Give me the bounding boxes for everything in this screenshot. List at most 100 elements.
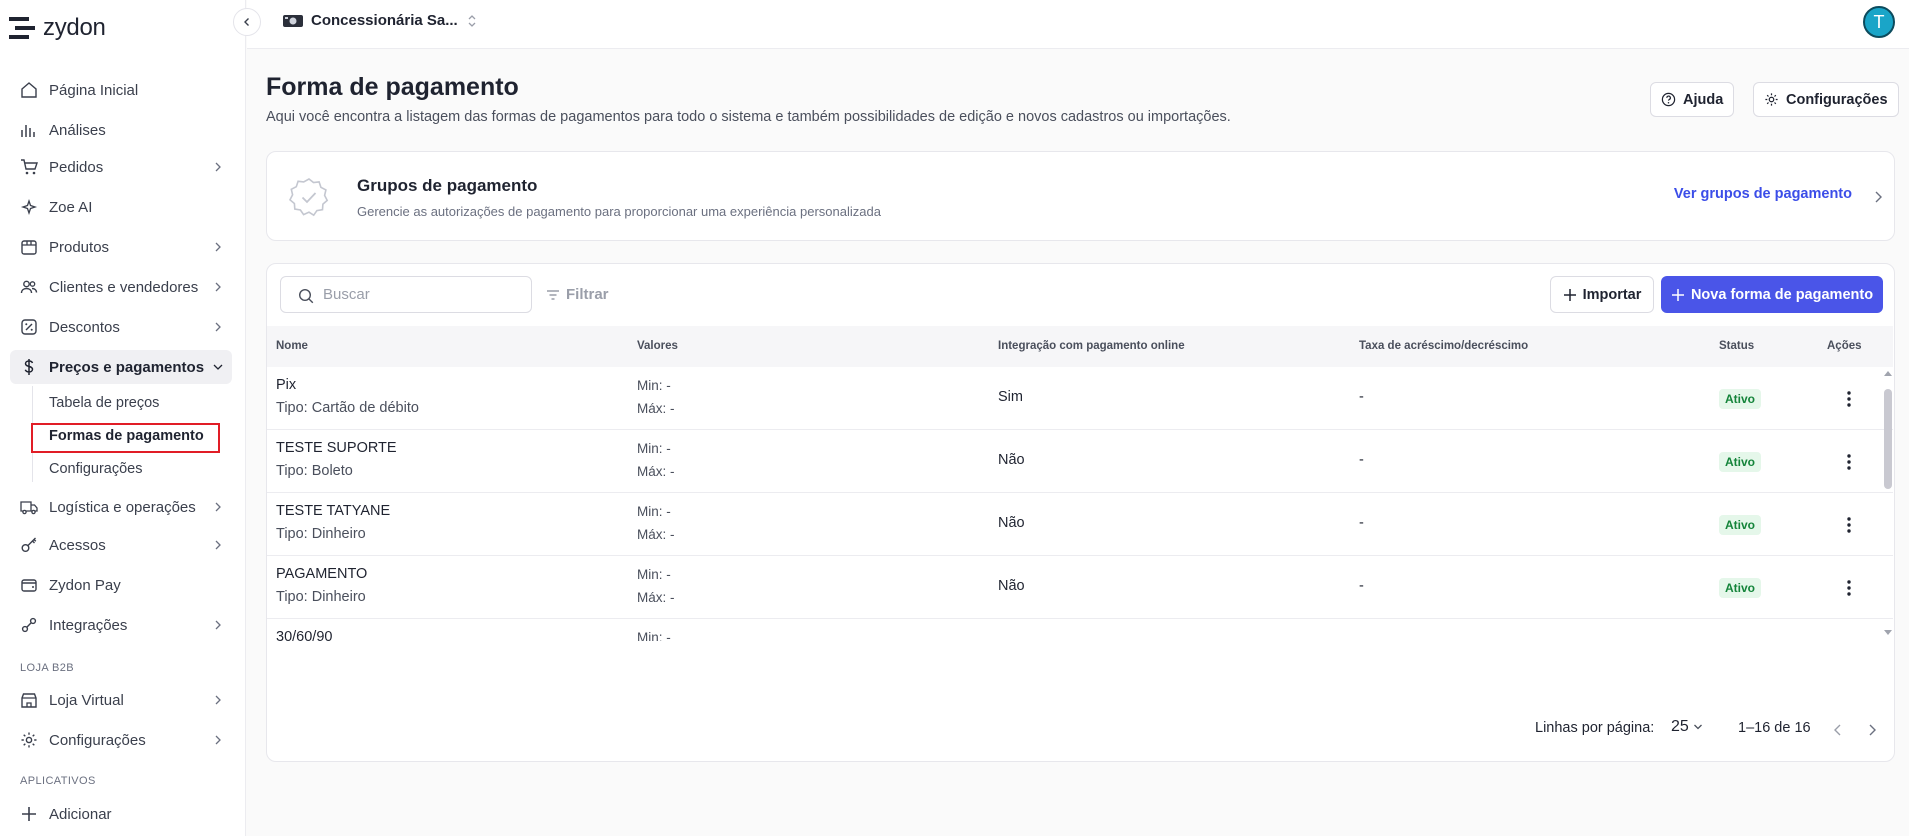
payment-method-type: Tipo: Cartão de débito xyxy=(276,400,419,416)
more-actions-icon[interactable] xyxy=(1839,387,1859,411)
column-header-online-integration[interactable]: Integração com pagamento online xyxy=(998,340,1185,352)
sidebar-item-label: Preços e pagamentos xyxy=(49,358,205,376)
sidebar-item-acessos[interactable]: Acessos xyxy=(10,528,232,562)
logo[interactable]: zydon xyxy=(9,14,106,42)
filter-button[interactable]: Filtrar xyxy=(546,286,609,303)
previous-page-icon[interactable] xyxy=(1832,723,1844,737)
topbar: Concessionária Sa... T xyxy=(247,0,1909,49)
chevron-right-icon xyxy=(215,540,221,550)
chevron-right-icon xyxy=(215,502,221,512)
rows-per-page-select[interactable]: 25 xyxy=(1671,718,1703,736)
sidebar-item-label: Loja Virtual xyxy=(49,691,124,709)
search-input[interactable] xyxy=(323,286,523,303)
chevron-left-icon xyxy=(244,18,249,26)
store-selector[interactable]: Concessionária Sa... xyxy=(283,12,478,29)
store-name: Concessionária Sa... xyxy=(311,12,458,29)
sidebar-item-label: Zydon Pay xyxy=(49,576,121,594)
sidebar-item-descontos[interactable]: Descontos xyxy=(10,310,232,344)
sidebar-item-label: Acessos xyxy=(49,536,106,554)
column-header-name[interactable]: Nome xyxy=(276,340,308,352)
scroll-down-arrow-icon[interactable] xyxy=(1883,629,1893,637)
online-integration-value: Não xyxy=(998,578,1025,594)
tax-value: - xyxy=(1359,578,1364,594)
settings-button[interactable]: Configurações xyxy=(1753,82,1899,117)
wallet-icon xyxy=(21,579,37,592)
home-icon xyxy=(21,82,37,98)
table-row[interactable]: PAGAMENTO Tipo: Dinheiro Min: - Máx: - Não - A… xyxy=(267,556,1893,619)
column-header-values[interactable]: Valores xyxy=(637,340,678,352)
sidebar-item-pedidos[interactable]: Pedidos xyxy=(10,150,232,184)
scroll-up-arrow-icon[interactable] xyxy=(1883,369,1893,377)
pagination-range: 1–16 de 16 xyxy=(1738,720,1811,736)
more-actions-icon[interactable] xyxy=(1839,450,1859,474)
chevron-down-icon xyxy=(1693,724,1702,730)
import-label: Importar xyxy=(1582,286,1642,303)
collapse-sidebar-button[interactable] xyxy=(233,8,261,36)
sidebar-item-add[interactable]: Adicionar xyxy=(10,797,232,831)
sidebar-item-pagina-inicial[interactable]: Página Inicial xyxy=(10,73,232,107)
more-actions-icon[interactable] xyxy=(1839,639,1859,641)
more-actions-icon[interactable] xyxy=(1839,513,1859,537)
import-button[interactable]: Importar xyxy=(1550,276,1654,313)
max-value: Máx: - xyxy=(637,590,675,605)
gear-icon xyxy=(21,732,37,748)
search-box[interactable] xyxy=(280,276,532,313)
payment-method-name: TESTE SUPORTE xyxy=(276,440,397,456)
payment-method-name: Pix xyxy=(276,377,297,393)
column-header-status[interactable]: Status xyxy=(1719,340,1754,352)
min-value: Min: - xyxy=(637,378,671,393)
table-row[interactable]: TESTE TATYANE Tipo: Dinheiro Min: - Máx: - N… xyxy=(267,493,1893,556)
filter-icon xyxy=(547,289,559,300)
min-value: Min: - xyxy=(637,441,671,456)
chevron-right-icon xyxy=(215,322,221,332)
sidebar-item-produtos[interactable]: Produtos xyxy=(10,230,232,264)
sidebar-item-b2b-loja-virtual[interactable]: Loja Virtual xyxy=(10,683,232,717)
status-badge: Ativo xyxy=(1719,389,1761,409)
online-integration-value: Sim xyxy=(998,389,1023,405)
payment-method-name: TESTE TATYANE xyxy=(276,503,391,519)
sidebar-item-precos-e-pagamentos[interactable]: Preços e pagamentos xyxy=(10,350,232,384)
table-scrollbar[interactable] xyxy=(1883,367,1893,641)
sidebar-item-zoe-ai[interactable]: Zoe AI xyxy=(10,190,232,224)
next-page-icon[interactable] xyxy=(1866,723,1878,737)
box-icon xyxy=(21,240,37,255)
payment-method-type: Tipo: Dinheiro xyxy=(276,589,366,605)
truck-icon xyxy=(20,501,38,515)
table-row[interactable]: Pix Tipo: Cartão de débito Min: - Máx: - Sim… xyxy=(267,367,1893,430)
table-body: Pix Tipo: Cartão de débito Min: - Máx: - Sim… xyxy=(267,367,1893,641)
sidebar-item-analises[interactable]: Análises xyxy=(10,113,232,147)
plus-icon xyxy=(22,807,36,821)
chevron-right-icon xyxy=(215,242,221,252)
sidebar-item-logistica-e-operacoes[interactable]: Logística e operações xyxy=(10,490,232,524)
view-payment-groups-link[interactable]: Ver grupos de pagamento xyxy=(1674,186,1852,202)
sidebar-subitem-tabela-de-precos[interactable]: Tabela de preços xyxy=(49,395,159,411)
table-row[interactable]: 30/60/90Tipo: DinheiroMin: -Máx: -Não-At… xyxy=(267,619,1893,641)
page-title: Forma de pagamento xyxy=(266,73,519,101)
groups-card-title: Grupos de pagamento xyxy=(357,176,538,195)
section-label-b2b: LOJA B2B xyxy=(20,662,74,674)
tax-value: - xyxy=(1359,515,1364,531)
sidebar-item-integracoes[interactable]: Integrações xyxy=(10,608,232,642)
plus-icon xyxy=(1671,288,1684,301)
chevron-right-icon[interactable] xyxy=(1872,190,1884,204)
more-actions-icon[interactable] xyxy=(1839,576,1859,600)
help-button[interactable]: Ajuda xyxy=(1650,82,1735,117)
chevron-right-icon xyxy=(215,162,221,172)
sidebar-item-label: Logística e operações xyxy=(49,498,196,516)
sidebar-item-label: Produtos xyxy=(49,238,110,256)
sidebar-item-zydon-pay[interactable]: Zydon Pay xyxy=(10,568,232,602)
column-header-tax[interactable]: Taxa de acréscimo/decréscimo xyxy=(1359,340,1528,352)
scrollbar-thumb[interactable] xyxy=(1884,389,1892,489)
new-payment-method-button[interactable]: Nova forma de pagamento xyxy=(1661,276,1883,313)
users-icon xyxy=(20,280,38,294)
online-integration-value: Não xyxy=(998,452,1025,468)
sidebar-item-clientes-e-vendedores[interactable]: Clientes e vendedores xyxy=(10,270,232,304)
table-row[interactable]: TESTE SUPORTE Tipo: Boleto Min: - Máx: - Não… xyxy=(267,430,1893,493)
sidebar-item-label: Configurações xyxy=(49,731,146,749)
sidebar-item-b2b-configuracoes[interactable]: Configurações xyxy=(10,723,232,757)
rows-per-page-label: Linhas por página: xyxy=(1535,720,1655,736)
sidebar-subitem-configuracoes[interactable]: Configurações xyxy=(49,461,143,477)
payment-method-name: 30/60/90 xyxy=(276,629,333,641)
verified-badge-icon xyxy=(288,178,329,217)
user-avatar[interactable]: T xyxy=(1863,6,1895,38)
